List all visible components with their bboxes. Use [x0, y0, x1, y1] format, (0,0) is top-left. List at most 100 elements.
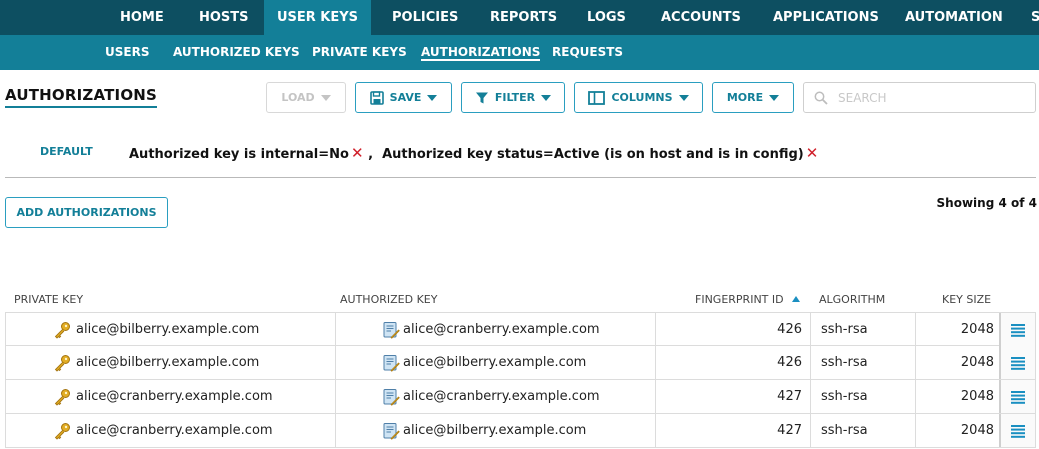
save-label: SAVE [389, 91, 422, 104]
column-header-fingerprint-id[interactable]: FINGERPRINT ID [695, 293, 800, 306]
algorithm-cell: ssh-rsa [811, 380, 916, 413]
more-label: MORE [726, 91, 764, 104]
nav-automation[interactable]: AUTOMATION [905, 0, 1003, 35]
nav-policies[interactable]: POLICIES [392, 0, 458, 35]
algorithm-cell: ssh-rsa [811, 346, 916, 379]
private-key-icon [54, 389, 70, 406]
funnel-icon [475, 92, 488, 103]
private-key-value: alice@bilberry.example.com [76, 355, 260, 370]
private-key-cell: alice@cranberry.example.com [6, 414, 336, 447]
fingerprint-id-cell: 426 [656, 346, 811, 379]
filter-preset-default[interactable]: DEFAULT [40, 145, 93, 158]
filter-separator: , [363, 147, 383, 162]
filter-status: Authorized key status=Active (is on host… [382, 147, 804, 162]
key-size-cell: 2048 [960, 322, 994, 337]
chevron-down-icon [427, 94, 438, 101]
fingerprint-id-cell: 427 [656, 380, 811, 413]
nav-applications[interactable]: APPLICATIONS [773, 0, 879, 35]
column-header-authorized-key[interactable]: AUTHORIZED KEY [340, 293, 437, 306]
row-menu-button[interactable] [999, 346, 1035, 379]
subnav-users[interactable]: USERS [105, 35, 149, 70]
authorized-key-cell: alice@cranberry.example.com [336, 380, 656, 413]
nav-accounts[interactable]: ACCOUNTS [661, 0, 741, 35]
chevron-down-icon [678, 94, 689, 101]
divider [5, 177, 1036, 178]
chevron-down-icon [769, 94, 780, 101]
subnav-authorized-keys[interactable]: AUTHORIZED KEYS [173, 35, 300, 70]
active-filters: Authorized key is internal=No ✕ , Authori… [129, 144, 818, 162]
authorized-key-cell: alice@cranberry.example.com [336, 313, 656, 346]
fingerprint-id-cell: 426 [656, 313, 811, 346]
nav-home[interactable]: HOME [120, 0, 164, 35]
column-header-key-size[interactable]: KEY SIZE [942, 293, 991, 306]
nav-logs[interactable]: LOGS [587, 0, 626, 35]
column-header-fingerprint-id-label: FINGERPRINT ID [695, 293, 784, 306]
private-key-cell: alice@bilberry.example.com [6, 346, 336, 379]
table-row[interactable]: alice@bilberry.example.com alice@cranber… [5, 312, 1036, 346]
algorithm-cell: ssh-rsa [811, 414, 916, 447]
row-menu-button[interactable] [999, 380, 1035, 413]
load-button[interactable]: LOAD [266, 82, 346, 113]
remove-filter-icon[interactable]: ✕ [351, 144, 364, 162]
key-size-cell: 2048 [960, 355, 994, 370]
row-menu-button[interactable] [999, 414, 1035, 447]
nav-user-keys[interactable]: USER KEYS [264, 0, 371, 35]
authorized-key-value: alice@cranberry.example.com [403, 389, 600, 404]
key-size-cell: 2048 [960, 389, 994, 404]
nav-reports[interactable]: REPORTS [490, 0, 557, 35]
private-key-icon [54, 355, 70, 372]
private-key-value: alice@bilberry.example.com [76, 322, 260, 337]
more-button[interactable]: MORE [712, 82, 794, 113]
private-key-icon [54, 322, 70, 339]
subnav-authorizations[interactable]: AUTHORIZATIONS [421, 35, 541, 70]
search-input[interactable] [838, 90, 1018, 105]
table-row[interactable]: alice@cranberry.example.com alice@bilber… [5, 414, 1036, 448]
save-button[interactable]: SAVE [355, 82, 452, 113]
add-authorizations-button[interactable]: ADD AUTHORIZATIONS [5, 197, 168, 228]
columns-label: COLUMNS [611, 91, 673, 104]
column-header-algorithm[interactable]: ALGORITHM [819, 293, 885, 306]
private-key-cell: alice@cranberry.example.com [6, 380, 336, 413]
key-size-cell: 2048 [960, 423, 994, 438]
authorized-key-icon [383, 355, 400, 372]
page-title: AUTHORIZATIONS [5, 86, 158, 108]
search-icon [814, 91, 828, 105]
algorithm-cell: ssh-rsa [811, 313, 916, 346]
floppy-disk-icon [369, 90, 384, 105]
authorized-key-value: alice@cranberry.example.com [403, 322, 600, 337]
load-label: LOAD [281, 91, 315, 104]
chevron-down-icon [541, 94, 552, 101]
subnav-private-keys[interactable]: PRIVATE KEYS [312, 35, 407, 70]
authorized-key-cell: alice@bilberry.example.com [336, 414, 656, 447]
list-menu-icon [1011, 323, 1025, 337]
authorized-key-value: alice@bilberry.example.com [403, 355, 587, 370]
private-key-cell: alice@bilberry.example.com [6, 313, 336, 346]
nav-hosts[interactable]: HOSTS [199, 0, 249, 35]
row-menu-button[interactable] [999, 313, 1035, 346]
private-key-icon [54, 423, 70, 440]
filter-internal: Authorized key is internal=No [129, 147, 349, 162]
private-key-value: alice@cranberry.example.com [76, 389, 273, 404]
column-header-private-key[interactable]: PRIVATE KEY [14, 293, 83, 306]
authorized-key-icon [383, 423, 400, 440]
authorized-key-icon [383, 322, 400, 339]
table-row[interactable]: alice@cranberry.example.com alice@cranbe… [5, 380, 1036, 414]
search-box[interactable] [803, 82, 1036, 113]
filter-button[interactable]: FILTER [461, 82, 565, 113]
result-count: Showing 4 of 4 [936, 196, 1037, 210]
columns-button[interactable]: COLUMNS [574, 82, 703, 113]
authorized-key-icon [383, 389, 400, 406]
list-menu-icon [1011, 390, 1025, 404]
authorized-key-value: alice@bilberry.example.com [403, 423, 587, 438]
nav-overflow-item[interactable]: S [1031, 0, 1039, 35]
filter-label: FILTER [494, 91, 536, 104]
top-nav: HOME HOSTS USER KEYS POLICIES REPORTS LO… [0, 0, 1039, 35]
subnav-requests[interactable]: REQUESTS [552, 35, 623, 70]
columns-icon [588, 90, 606, 105]
remove-filter-icon[interactable]: ✕ [806, 144, 819, 162]
table-row[interactable]: alice@bilberry.example.com alice@bilberr… [5, 346, 1036, 380]
sort-ascending-icon [791, 296, 800, 302]
chevron-down-icon [320, 94, 331, 101]
fingerprint-id-cell: 427 [656, 414, 811, 447]
private-key-value: alice@cranberry.example.com [76, 423, 273, 438]
